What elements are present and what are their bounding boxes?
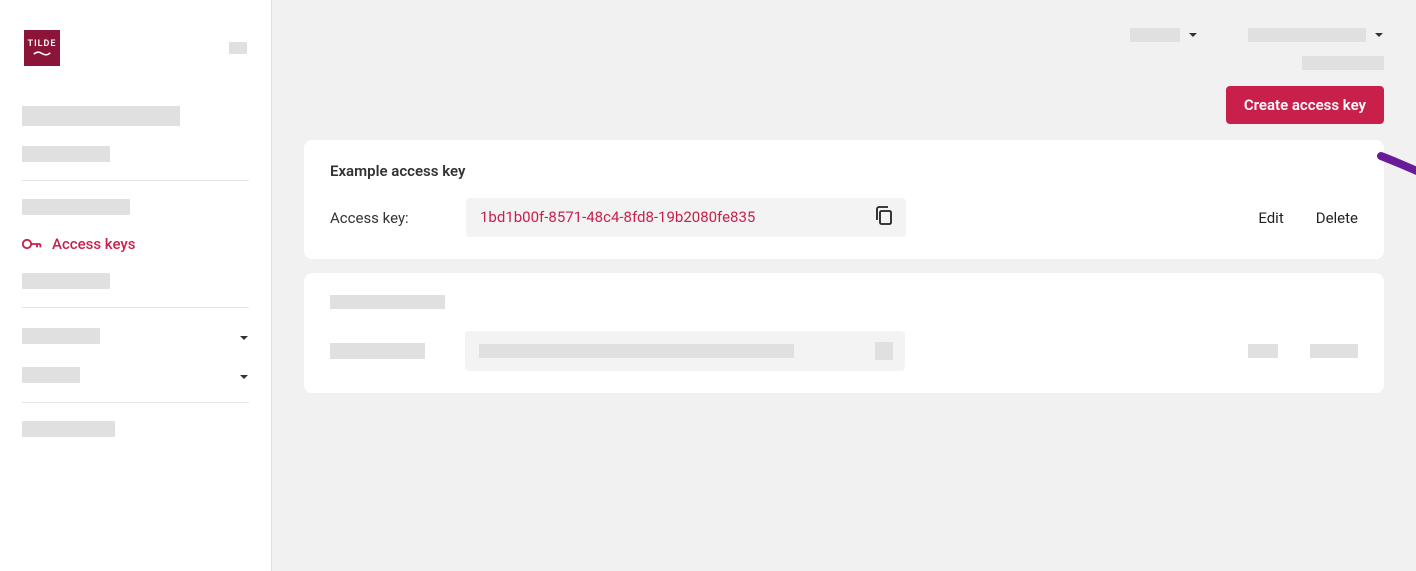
- brand-logo-text: TILDE: [28, 39, 57, 49]
- key-label-placeholder: [330, 343, 425, 359]
- sidebar-nav: Access keys: [0, 96, 271, 447]
- access-key-card-placeholder: [304, 273, 1384, 393]
- topbar-dropdown-2[interactable]: [1248, 28, 1384, 42]
- nav-divider: [22, 402, 249, 403]
- access-key-row: Access key: 1bd1b00f-8571-48c4-8fd8-19b2…: [330, 198, 1358, 237]
- placeholder-row: [330, 331, 1358, 371]
- access-key-card: Example access key Access key: 1bd1b00f-…: [304, 140, 1384, 259]
- topbar-dropdown-1[interactable]: [1130, 28, 1198, 42]
- key-icon: [22, 237, 42, 251]
- content-area: Create access key Example access key Acc…: [272, 86, 1416, 393]
- secondary-bar-placeholder: [1302, 56, 1384, 70]
- nav-divider: [22, 307, 249, 308]
- nav-item-placeholder-1[interactable]: [22, 96, 249, 136]
- sidebar-header: TILDE: [0, 30, 271, 96]
- access-key-value-box: 1bd1b00f-8571-48c4-8fd8-19b2080fe835: [466, 198, 906, 237]
- key-value-placeholder: [479, 344, 794, 358]
- edit-button[interactable]: Edit: [1258, 209, 1283, 227]
- card-title-placeholder: [330, 295, 445, 309]
- access-key-value: 1bd1b00f-8571-48c4-8fd8-19b2080fe835: [480, 208, 755, 226]
- chevron-down-icon: [1374, 32, 1384, 38]
- edit-placeholder: [1248, 344, 1278, 358]
- nav-item-placeholder-7[interactable]: [22, 411, 249, 447]
- copy-icon[interactable]: [874, 205, 894, 231]
- chevron-down-icon: [1188, 32, 1198, 38]
- chevron-down-icon: [239, 326, 249, 345]
- topbar-label-placeholder: [1248, 28, 1366, 42]
- sidebar: TILDE Access keys: [0, 0, 272, 571]
- nav-label-placeholder: [22, 273, 110, 289]
- chevron-down-icon: [239, 365, 249, 384]
- nav-divider: [22, 180, 249, 181]
- nav-label-placeholder: [22, 328, 100, 344]
- nav-item-placeholder-5[interactable]: [22, 316, 249, 355]
- create-button-row: Create access key: [304, 86, 1384, 124]
- secondary-bar: [272, 52, 1416, 86]
- nav-label-placeholder: [22, 106, 180, 126]
- nav-item-placeholder-3[interactable]: [22, 189, 249, 225]
- top-bar: [272, 0, 1416, 52]
- access-key-card-title: Example access key: [330, 162, 1358, 180]
- sidebar-collapse-button[interactable]: [229, 42, 247, 54]
- nav-item-placeholder-2[interactable]: [22, 136, 249, 172]
- main-content: Create access key Example access key Acc…: [272, 0, 1416, 571]
- nav-item-access-keys[interactable]: Access keys: [22, 225, 249, 263]
- copy-icon-placeholder: [875, 342, 893, 360]
- key-actions-placeholder: [1248, 344, 1358, 358]
- delete-placeholder: [1310, 344, 1358, 358]
- nav-item-placeholder-4[interactable]: [22, 263, 249, 299]
- nav-label-placeholder: [22, 367, 80, 383]
- delete-button[interactable]: Delete: [1316, 209, 1358, 227]
- topbar-label-placeholder: [1130, 28, 1180, 42]
- access-key-label: Access key:: [330, 209, 466, 227]
- key-value-box-placeholder: [465, 331, 905, 371]
- tilde-wave-icon: [33, 50, 51, 57]
- nav-label-access-keys: Access keys: [52, 235, 136, 253]
- create-access-key-button[interactable]: Create access key: [1226, 86, 1384, 124]
- nav-label-placeholder: [22, 421, 115, 437]
- access-key-actions: Edit Delete: [1258, 209, 1358, 227]
- nav-label-placeholder: [22, 199, 130, 215]
- nav-item-placeholder-6[interactable]: [22, 355, 249, 394]
- nav-label-placeholder: [22, 146, 110, 162]
- brand-logo[interactable]: TILDE: [24, 30, 60, 66]
